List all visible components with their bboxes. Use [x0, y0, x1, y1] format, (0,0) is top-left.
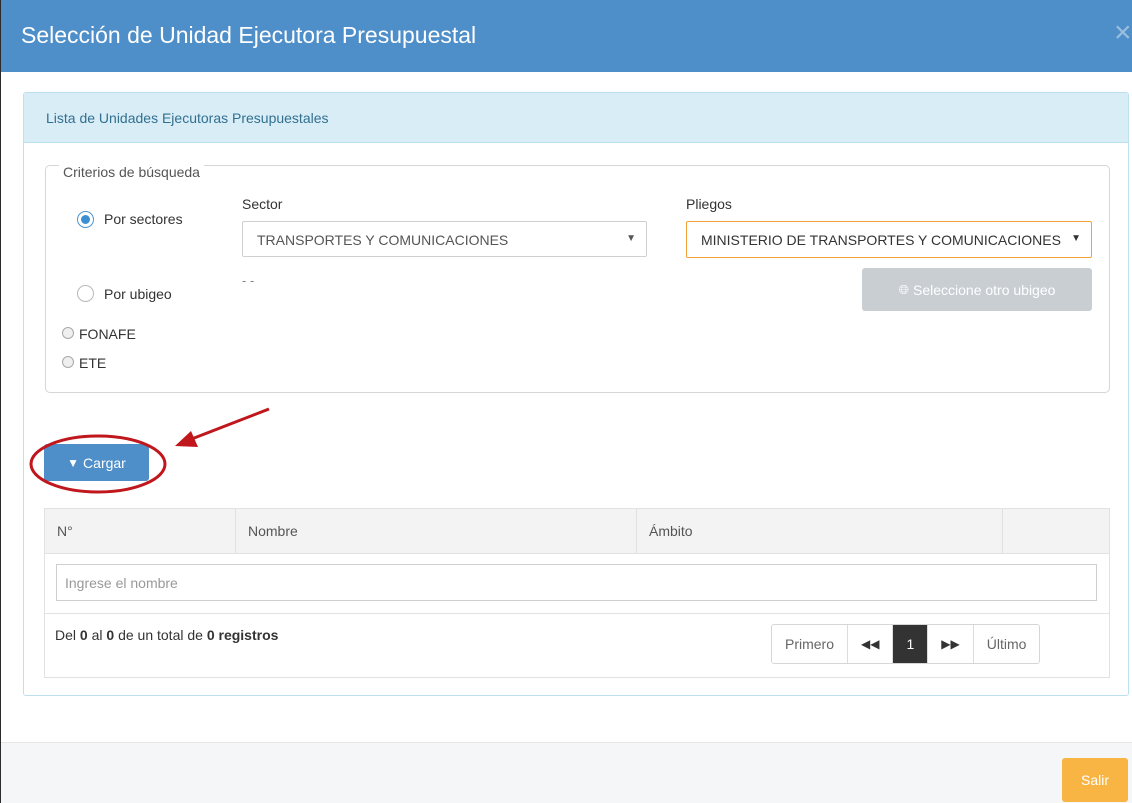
nombre-filter-input[interactable]: [56, 564, 1097, 601]
pager-last-button[interactable]: Último: [973, 625, 1040, 663]
records-info-total: 0 registros: [206, 627, 279, 643]
table-header: N° Nombre Ámbito: [44, 508, 1110, 554]
panel-title: Lista de Unidades Ejecutoras Presupuesta…: [46, 110, 329, 126]
chevron-down-icon: ▼: [626, 233, 636, 244]
modal-header: Selección de Unidad Ejecutora Presupuest…: [1, 0, 1132, 72]
seleccione-otro-ubigeo-button[interactable]: 🌐︎ Seleccione otro ubigeo: [862, 268, 1092, 311]
globe-icon: 🌐︎: [898, 281, 909, 297]
sector-label: Sector: [242, 196, 283, 212]
radio-fonafe-label[interactable]: FONAFE: [79, 326, 136, 342]
modal-dialog: Selección de Unidad Ejecutora Presupuest…: [0, 0, 1132, 803]
pager-first-button[interactable]: Primero: [772, 625, 849, 663]
salir-button[interactable]: Salir: [1062, 758, 1128, 802]
double-chevron-right-icon[interactable]: ▶▶: [928, 625, 974, 663]
column-header-ambito[interactable]: Ámbito: [637, 509, 1003, 553]
records-info-mid2: de un total de: [114, 627, 207, 643]
seleccione-otro-ubigeo-label: Seleccione otro ubigeo: [912, 281, 1056, 298]
chevron-down-icon: ▼: [1071, 233, 1081, 244]
records-info: Del 0 al 0 de un total de 0 registros: [55, 627, 278, 643]
column-header-nombre[interactable]: Nombre: [236, 509, 637, 553]
radio-fonafe[interactable]: [62, 327, 74, 339]
modal-title: Selección de Unidad Ejecutora Presupuest…: [21, 22, 477, 48]
double-chevron-left-icon[interactable]: ◀◀: [848, 625, 894, 663]
filter-icon: ▼: [67, 455, 80, 470]
modal-footer: [1, 742, 1132, 803]
close-icon[interactable]: ×: [1114, 18, 1132, 48]
radio-por-ubigeo-label[interactable]: Por ubigeo: [104, 286, 172, 302]
radio-ete-label[interactable]: ETE: [79, 355, 106, 371]
pager-current-page[interactable]: 1: [893, 625, 929, 663]
pliegos-select-value: MINISTERIO DE TRANSPORTES Y COMUNICACION…: [701, 232, 1061, 248]
salir-button-label: Salir: [1080, 772, 1109, 788]
pliegos-select[interactable]: MINISTERIO DE TRANSPORTES Y COMUNICACION…: [686, 221, 1092, 258]
records-info-from: 0: [79, 627, 88, 643]
radio-por-sectores-label[interactable]: Por sectores: [104, 211, 183, 227]
sector-select[interactable]: TRANSPORTES Y COMUNICACIONES ▼: [242, 221, 647, 257]
sector-select-value: TRANSPORTES Y COMUNICACIONES: [257, 232, 509, 248]
radio-por-ubigeo[interactable]: [77, 285, 94, 302]
records-info-mid1: al: [87, 627, 107, 643]
column-header-actions: [1003, 509, 1109, 553]
radio-por-sectores[interactable]: [77, 211, 94, 228]
records-info-prefix: Del: [55, 627, 80, 643]
cargar-button[interactable]: ▼ Cargar: [44, 444, 149, 481]
cargar-button-label: Cargar: [83, 454, 126, 471]
table-footer: Del 0 al 0 de un total de 0 registros Pr…: [44, 614, 1110, 678]
search-criteria-legend: Criterios de búsqueda: [59, 164, 204, 180]
column-header-numero[interactable]: N°: [45, 509, 236, 553]
panel-heading: Lista de Unidades Ejecutoras Presupuesta…: [24, 93, 1128, 143]
ubigeo-text: - -: [242, 273, 255, 288]
pliegos-label: Pliegos: [686, 196, 732, 212]
table-filter-row: [44, 554, 1110, 614]
radio-ete[interactable]: [62, 356, 74, 368]
pagination: Primero ◀◀ 1 ▶▶ Último: [771, 624, 1041, 664]
